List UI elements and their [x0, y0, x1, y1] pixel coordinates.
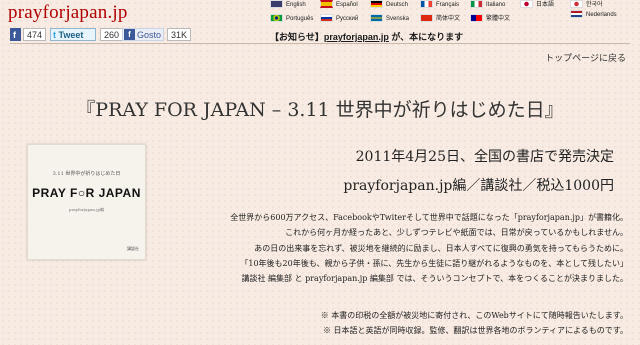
- gosto-button[interactable]: f Gosto: [122, 28, 164, 41]
- description-line: あの日の出来事を忘れず、被災地を継続的に励まし、日本人すべてに復興の勇気を持って…: [254, 243, 628, 253]
- flag-de-icon: [370, 0, 383, 9]
- language-link[interactable]: Nederlands: [570, 10, 617, 20]
- description-line: 「10年後も20年後も、親から子供・孫に、先生から生徒に語り継がれるようなものを…: [240, 258, 628, 268]
- language-link[interactable]: Deutsch: [370, 0, 408, 10]
- book-description: 全世界から600万アクセス、FacebookやTwiterそして世界中で話題にな…: [148, 210, 628, 286]
- language-link[interactable]: 日本語: [520, 0, 554, 10]
- back-to-top-link[interactable]: トップページに戻る: [545, 51, 626, 64]
- twitter-icon: t: [53, 30, 56, 40]
- release-date: 2011年4月25日、全国の書店で発売決定: [355, 149, 614, 165]
- book-notes: ※ 本書の印税の全額が被災地に寄付され、このWebサイトにて随時報告いたします。…: [208, 308, 628, 339]
- book-edition-info: prayforjapan.jp編／講談社／税込1000円: [343, 178, 614, 194]
- book-cover-editor: prayforjapan.jp編: [68, 207, 105, 212]
- flag-se-icon: [370, 14, 383, 23]
- language-link[interactable]: 简体中文: [420, 14, 460, 24]
- note-line: ※ 本書の印税の全額が被災地に寄付され、このWebサイトにて随時報告いたします。: [320, 311, 628, 320]
- flag-tw-icon: [470, 14, 483, 23]
- book-cover-image: 3.11 世界中が祈りはじめた日 PRAY F○R JAPAN prayforj…: [27, 144, 146, 260]
- book-cover-subtitle: 3.11 世界中が祈りはじめた日: [52, 171, 121, 177]
- tweet-count: 260: [100, 28, 124, 41]
- note-line: ※ 日本語と英語が同時収録。監修、翻訳は世界各地のボランティアによるものです。: [322, 326, 628, 336]
- tweet-button[interactable]: t Tweet: [50, 28, 96, 41]
- gosto-label: Gosto: [137, 30, 162, 40]
- flag-us-icon: [270, 0, 283, 9]
- language-link[interactable]: Русский: [320, 14, 358, 24]
- description-line: 全世界から600万アクセス、FacebookやTwiterそして世界中で話題にな…: [230, 213, 628, 222]
- flag-nl-icon: [570, 10, 583, 19]
- flag-br-icon: [270, 14, 283, 23]
- flag-cn-icon: [420, 14, 433, 23]
- notice-prefix: 【お知らせ】: [270, 32, 324, 42]
- facebook-icon: f: [124, 29, 135, 40]
- tweet-label: Tweet: [58, 30, 84, 40]
- notice-link[interactable]: prayforjapan.jp: [324, 32, 389, 42]
- facebook-icon[interactable]: f: [10, 28, 21, 41]
- language-link[interactable]: 繁體中文: [470, 14, 510, 24]
- flag-fr-icon: [420, 0, 433, 9]
- language-link[interactable]: Svenska: [370, 14, 409, 24]
- language-link[interactable]: 한국어: [570, 0, 603, 10]
- gosto-count: 31K: [167, 28, 192, 41]
- header-divider: [10, 43, 630, 44]
- book-cover-title: PRAY F○R JAPAN: [32, 186, 141, 200]
- language-link[interactable]: Español: [320, 0, 358, 10]
- description-line: これから何ヶ月か経ったあと、少しずつテレビや紙面では、日常が戻っているかもしれま…: [285, 228, 628, 238]
- flag-ru-icon: [320, 14, 333, 23]
- facebook-count: 474: [23, 28, 47, 41]
- language-link[interactable]: Português: [270, 14, 313, 24]
- flag-it-icon: [470, 0, 483, 9]
- notice-suffix: が、本になります: [388, 32, 464, 42]
- description-line: 講談社 編集部 と prayforjapan.jp 編集部 では、そういうコンセ…: [241, 274, 628, 284]
- book-cover-publisher: 講談社: [127, 246, 139, 251]
- language-link[interactable]: English: [270, 0, 306, 10]
- language-link[interactable]: Italiano: [470, 0, 505, 10]
- flag-es-icon: [320, 0, 333, 9]
- flag-kr-icon: [570, 0, 583, 9]
- language-link[interactable]: Français: [420, 0, 459, 10]
- book-notice: 【お知らせ】prayforjapan.jp が、本になります: [270, 30, 463, 43]
- flag-jp-icon: [520, 0, 533, 9]
- site-logo[interactable]: prayforjapan.jp: [8, 2, 128, 24]
- page-title: 『PRAY FOR JAPAN – 3.11 世界中が祈りはじめた日』: [76, 99, 564, 121]
